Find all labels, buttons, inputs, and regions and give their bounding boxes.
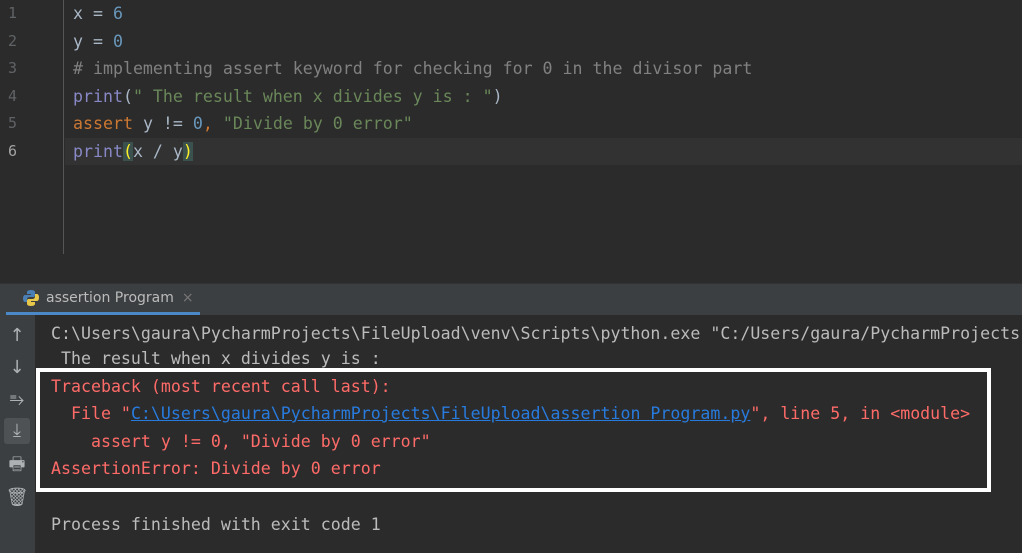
line-number: 3 (8, 59, 18, 77)
code-text: y != (132, 114, 193, 133)
code-number: 6 (112, 4, 123, 23)
code-function: print (73, 86, 123, 106)
trash-icon[interactable]: 🗑 (4, 485, 30, 511)
code-line[interactable]: print(x / y) (73, 138, 193, 166)
code-paren: ) (492, 86, 503, 106)
code-line[interactable]: y = 0 (73, 28, 123, 56)
soft-wrap-icon[interactable]: ⥱ (4, 387, 30, 413)
print-icon[interactable]: 🖶 (4, 452, 30, 478)
code-string: "Divide by 0 error" (222, 114, 413, 133)
code-keyword: assert (73, 114, 133, 133)
code-number: 0 (192, 114, 203, 133)
code-comma: , (202, 114, 223, 133)
line-number: 1 (8, 4, 18, 22)
run-tab[interactable]: assertion Program × (6, 284, 200, 315)
code-text: x = (73, 4, 113, 23)
code-line[interactable]: x = 6 (73, 0, 123, 28)
console-toolbar: ↑ ↓ ⥱ ⤓ 🖶 🗑 (0, 315, 35, 553)
close-icon[interactable]: × (182, 290, 194, 306)
line-number: 5 (8, 114, 18, 132)
code-function: print (73, 142, 123, 161)
code-paren: ( (122, 86, 133, 106)
python-icon (23, 290, 39, 306)
highlight-box (36, 368, 991, 492)
code-string: " The result when x divides y is : " (132, 86, 493, 106)
code-editor[interactable]: 1 2 3 4 5 6 x = 6 y = 0 # implementing a… (0, 0, 1022, 254)
code-line[interactable]: # implementing assert keyword for checki… (73, 55, 752, 83)
arrow-down-icon[interactable]: ↓ (4, 355, 30, 381)
code-number: 0 (112, 31, 123, 51)
code-text: y = (73, 31, 113, 51)
line-number: 2 (8, 31, 18, 50)
line-number: 4 (8, 86, 18, 105)
scroll-to-end-icon[interactable]: ⤓ (4, 418, 30, 444)
current-line-highlight (65, 138, 1022, 165)
code-line[interactable]: print(" The result when x divides y is :… (73, 83, 503, 111)
exit-status: Process finished with exit code 1 (51, 515, 381, 534)
console-command: C:\Users\gaura\PycharmProjects\FileUploa… (51, 324, 1021, 343)
code-paren: ) (182, 142, 193, 161)
line-gutter: 1 2 3 4 5 6 (0, 0, 64, 254)
line-number: 6 (8, 142, 18, 160)
code-paren: ( (122, 142, 133, 161)
code-line[interactable]: assert y != 0, "Divide by 0 error" (73, 110, 413, 138)
code-text: x / y (132, 142, 183, 161)
arrow-up-icon[interactable]: ↑ (4, 323, 30, 349)
run-tab-bar: assertion Program × (0, 284, 1022, 315)
run-tab-label: assertion Program (46, 290, 174, 306)
editor-bottom (0, 254, 1022, 284)
